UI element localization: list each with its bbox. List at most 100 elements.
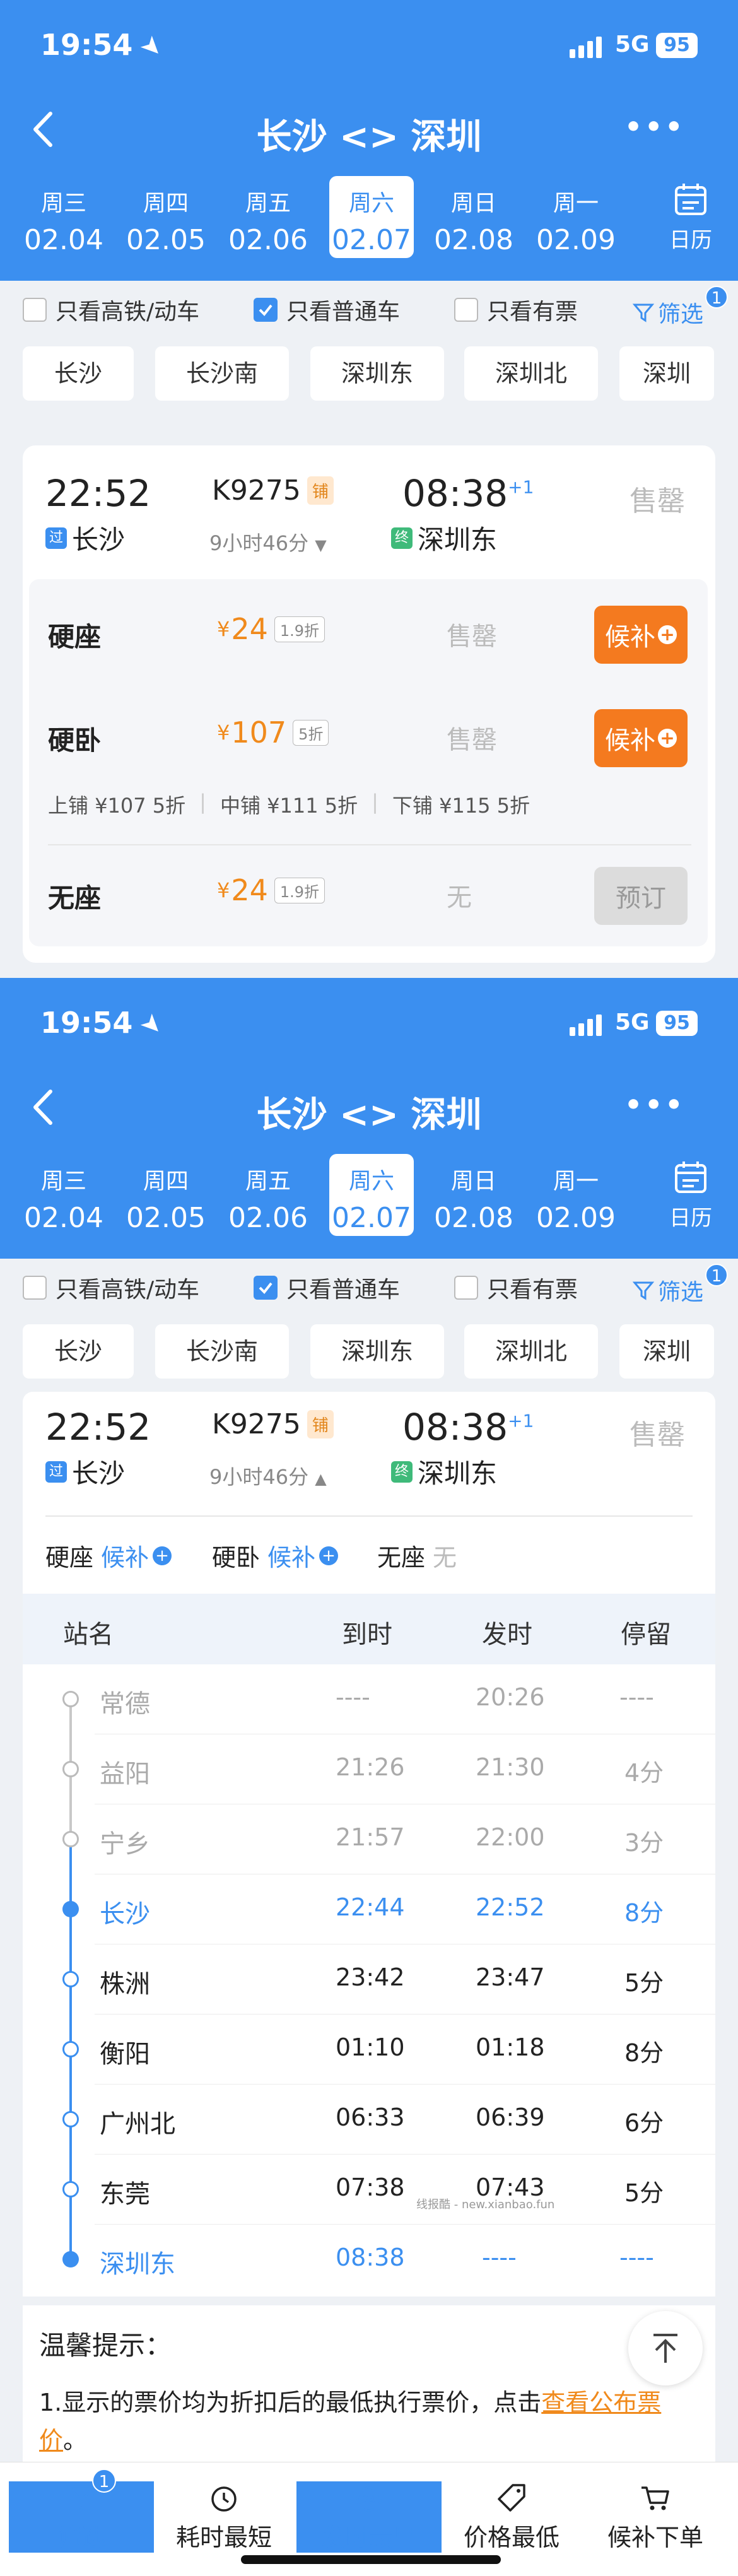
next-day-mark: +1 — [508, 1410, 534, 1432]
high-speed-filter[interactable]: 只看高铁/动车 — [23, 1275, 199, 1303]
date-weekday: 周日 — [450, 1168, 496, 1194]
currency-symbol: ¥ — [217, 617, 230, 641]
waitlist-button[interactable]: 候补 + — [594, 709, 688, 767]
date-item[interactable]: 周五 02.06 — [226, 176, 310, 258]
tab-shortest[interactable]: 耗时最短 — [151, 2481, 296, 2553]
waitlist-button[interactable]: 候补 + — [594, 606, 688, 664]
station-chip[interactable]: 长沙 — [23, 1324, 134, 1379]
seat-summary-item[interactable]: 硬卧 候补 + — [212, 1538, 339, 1573]
stop-stay: ---- — [619, 1683, 654, 1711]
currency-symbol: ¥ — [217, 878, 230, 902]
seat-name: 硬卧 — [212, 1544, 261, 1572]
seat-status: 候补 — [267, 1544, 316, 1572]
station-chip[interactable]: 长沙 — [23, 346, 134, 401]
date-weekday: 周日 — [450, 191, 496, 216]
date-item[interactable]: 周日 02.08 — [431, 1154, 516, 1236]
tab-waitlist-order[interactable]: 候补下单 — [583, 2481, 728, 2553]
station-chip[interactable]: 深圳东 — [310, 1324, 444, 1379]
stop-dot-active-icon — [62, 1901, 79, 1917]
station-chip[interactable]: 深圳 — [619, 1324, 714, 1379]
header-arrive: 到时 — [342, 1620, 392, 1649]
date-item[interactable]: 周四 02.05 — [124, 1154, 208, 1236]
station-chip[interactable]: 长沙南 — [155, 1324, 289, 1379]
tab-label: 价格最低 — [463, 2524, 559, 2551]
stop-stay: 3分 — [624, 1829, 664, 1857]
date-item-selected[interactable]: 周六 02.07 — [329, 176, 414, 258]
stop-depart: 06:39 — [476, 2103, 545, 2131]
date-item[interactable]: 周四 02.05 — [124, 176, 208, 258]
location-arrow-icon: ➤ — [134, 28, 170, 65]
stop-stay: 5分 — [624, 1969, 664, 1997]
plus-icon: + — [658, 729, 677, 748]
station-chip[interactable]: 深圳东 — [310, 346, 444, 401]
seat-summary-item[interactable]: 硬座 候补 + — [45, 1538, 172, 1573]
date-value: 02.04 — [24, 1202, 103, 1234]
date-weekday: 周一 — [553, 191, 599, 216]
calendar-button[interactable]: 日历 — [656, 181, 725, 254]
date-item[interactable]: 周日 02.08 — [431, 176, 516, 258]
normal-train-filter[interactable]: 只看普通车 — [254, 1275, 400, 1303]
date-value: 02.08 — [434, 224, 513, 256]
funnel-icon — [633, 1281, 654, 1300]
tab-label: 发时最早 — [320, 2524, 417, 2551]
signal-icon — [570, 1013, 605, 1036]
filter-label: 只看高铁/动车 — [56, 1277, 200, 1303]
back-to-top-button[interactable] — [628, 2311, 703, 2385]
date-item-selected[interactable]: 周六 02.07 — [329, 1154, 414, 1236]
seat-name: 硬座 — [45, 1544, 94, 1572]
signal-icon — [570, 35, 605, 58]
train-number-text: K9275 — [212, 1408, 301, 1440]
clock-24-icon: 24 — [356, 2486, 382, 2512]
stop-arrive: 08:38 — [336, 2244, 405, 2271]
seat-name: 硬座 — [48, 621, 102, 652]
filter-label: 只看有票 — [487, 1277, 578, 1303]
berth-price: ¥115 — [439, 794, 491, 818]
normal-train-filter[interactable]: 只看普通车 — [254, 297, 400, 325]
depart-station-name: 长沙 — [72, 524, 126, 555]
has-ticket-filter[interactable]: 只看有票 — [454, 297, 578, 325]
station-chip[interactable]: 深圳 — [619, 346, 714, 401]
tab-filter[interactable]: 筛选 1 — [9, 2469, 154, 2553]
stop-depart: 22:52 — [476, 1893, 545, 1921]
date-item[interactable]: 周一 02.09 — [534, 1154, 618, 1236]
filter-button[interactable]: 筛选 — [633, 296, 703, 329]
date-item[interactable]: 周五 02.06 — [226, 1154, 310, 1236]
stop-dot-icon — [62, 2041, 79, 2057]
date-item[interactable]: 周三 02.04 — [21, 176, 106, 258]
more-button[interactable]: ••• — [624, 1089, 685, 1121]
sleeper-tag: 铺 — [307, 1410, 334, 1438]
chevron-up-icon: ▲ — [315, 1470, 327, 1488]
duration[interactable]: 9小时46分 ▼ — [209, 527, 327, 556]
location-arrow-icon: ➤ — [134, 1006, 170, 1043]
status-bar: 19:54➤ 5G 95 — [0, 978, 738, 1073]
date-weekday: 周六 — [348, 1168, 394, 1194]
date-weekday: 周五 — [245, 1168, 291, 1194]
station-chip[interactable]: 深圳北 — [464, 346, 598, 401]
arrive-station-name: 深圳东 — [418, 1458, 498, 1489]
date-value: 02.06 — [228, 224, 308, 256]
calendar-button[interactable]: 日历 — [656, 1159, 725, 1232]
more-button[interactable]: ••• — [624, 111, 685, 143]
tab-earliest[interactable]: 24 发时最早 — [296, 2481, 442, 2553]
stop-dot-icon — [62, 2111, 79, 2127]
date-weekday: 周四 — [143, 1168, 189, 1194]
depart-station-name: 长沙 — [72, 1458, 126, 1489]
stop-row-terminal: 深圳东 08:38 ---- ---- — [23, 2225, 715, 2294]
station-chip[interactable]: 深圳北 — [464, 1324, 598, 1379]
station-chip[interactable]: 长沙南 — [155, 346, 289, 401]
duration-text: 9小时46分 — [209, 531, 309, 555]
date-item[interactable]: 周三 02.04 — [21, 1154, 106, 1236]
checkbox-checked-icon — [254, 1276, 278, 1300]
tab-lowest-price[interactable]: 价格最低 — [439, 2481, 584, 2553]
date-weekday: 周一 — [553, 1168, 599, 1194]
seat-panel: 硬座 ¥24 1.9折 售罄 候补 + 硬卧 ¥107 5折 售罄 候补 + 上铺 ¥1… — [29, 579, 708, 946]
filter-button[interactable]: 筛选 — [633, 1274, 703, 1307]
has-ticket-filter[interactable]: 只看有票 — [454, 1275, 578, 1303]
date-item[interactable]: 周一 02.09 — [534, 176, 618, 258]
stop-station: 株洲 — [100, 1970, 150, 1999]
tips-text: 1.显示的票价均为折扣后的最低执行票价，点击查看公布票价。 — [39, 2384, 689, 2459]
high-speed-filter[interactable]: 只看高铁/动车 — [23, 297, 199, 325]
stop-row-current: 长沙 22:44 22:52 8分 — [23, 1874, 715, 1944]
duration[interactable]: 9小时46分 ▲ — [209, 1461, 327, 1490]
book-button[interactable]: 预订 — [594, 867, 688, 925]
